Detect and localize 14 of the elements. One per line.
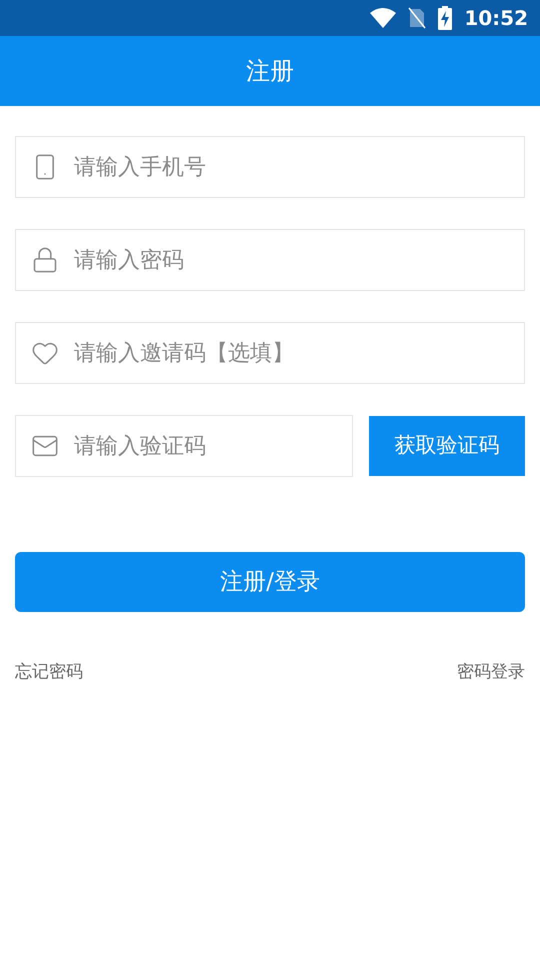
no-sim-icon — [408, 7, 426, 29]
battery-charging-icon — [438, 6, 452, 30]
text-link[interactable]: 密码登录 — [457, 660, 525, 686]
input-field[interactable]: 请输入邀请码【选填】 — [15, 322, 525, 384]
status-time: 10:52 — [464, 5, 528, 32]
input-field[interactable]: 请输入手机号 — [15, 136, 525, 198]
input-field[interactable]: 请输入验证码 — [15, 415, 353, 477]
input-field[interactable]: 请输入密码 — [15, 229, 525, 291]
wifi-icon — [370, 8, 396, 28]
page-title: 注册 — [246, 56, 294, 87]
get-code-button[interactable]: 获取验证码 — [369, 416, 525, 476]
lock-icon — [31, 246, 59, 274]
register-login-button[interactable]: 注册/登录 — [15, 552, 525, 612]
text-link[interactable]: 忘记密码 — [15, 660, 83, 686]
